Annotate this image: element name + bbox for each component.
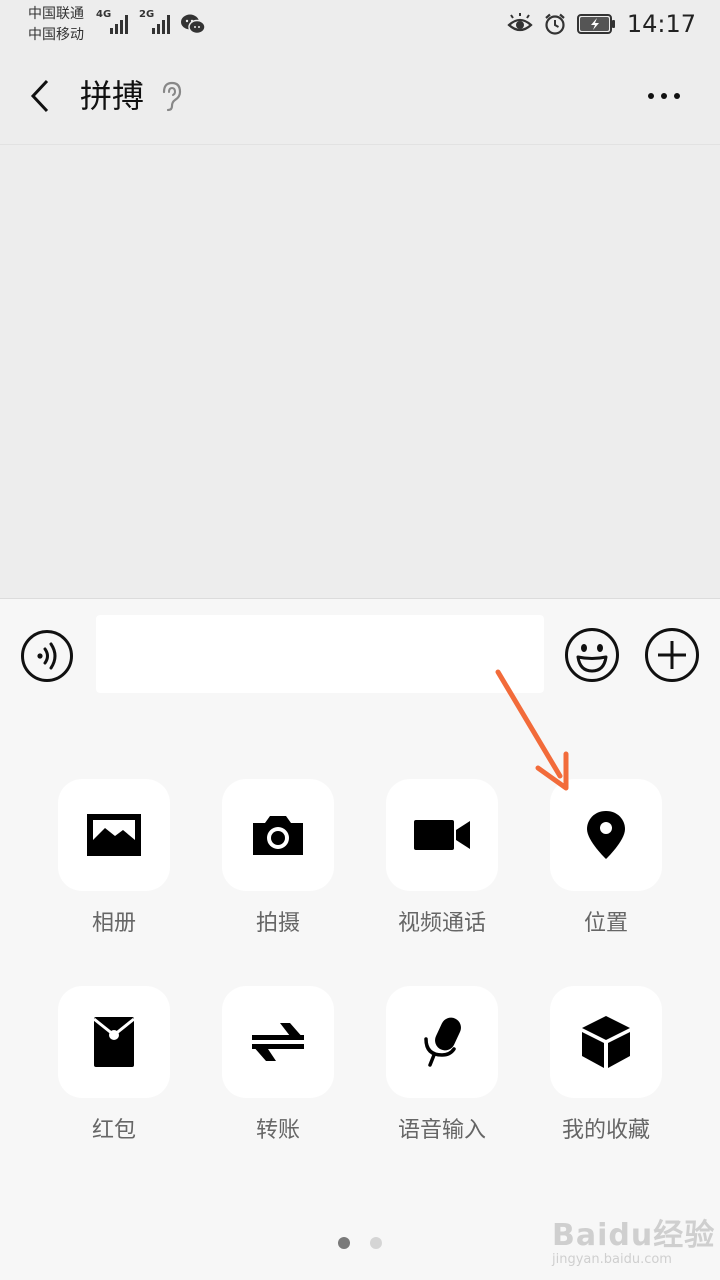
page-dot-active[interactable] bbox=[338, 1237, 350, 1249]
page-indicator bbox=[338, 1237, 382, 1249]
panel-item-label: 红包 bbox=[91, 1118, 136, 1143]
clock-time: 14:17 bbox=[626, 10, 696, 38]
panel-item-label: 拍摄 bbox=[255, 911, 300, 936]
location-pin-icon bbox=[587, 811, 625, 859]
network-type-1: 4G bbox=[96, 9, 112, 20]
transfer-icon bbox=[252, 1023, 304, 1061]
battery-charging-icon bbox=[576, 14, 615, 34]
favorites-cube-icon bbox=[582, 1016, 630, 1068]
chat-title: 拼搏 bbox=[80, 77, 145, 115]
video-call-tile[interactable] bbox=[386, 779, 498, 891]
more-dot-icon bbox=[648, 93, 654, 99]
more-functions-button[interactable] bbox=[644, 627, 700, 683]
panel-item-red-packet[interactable]: 红包 bbox=[58, 986, 170, 1144]
microphone-icon bbox=[424, 1017, 461, 1067]
more-dot-icon bbox=[674, 93, 680, 99]
voice-input-tile[interactable] bbox=[386, 986, 498, 1098]
panel-item-album[interactable]: 相册 bbox=[58, 779, 170, 937]
panel-item-label: 转账 bbox=[255, 1118, 300, 1143]
photo-album-icon bbox=[87, 814, 141, 856]
wechat-icon bbox=[181, 14, 206, 35]
panel-item-favorites[interactable]: 我的收藏 bbox=[550, 986, 662, 1144]
voice-message-button[interactable] bbox=[20, 629, 74, 683]
panel-item-label: 视频通话 bbox=[397, 911, 486, 936]
more-options-button[interactable] bbox=[644, 78, 684, 114]
input-toolbar bbox=[0, 598, 720, 712]
location-tile[interactable] bbox=[550, 779, 662, 891]
panel-item-label: 语音输入 bbox=[397, 1118, 486, 1143]
baidu-watermark: Baidu经验 jingyan.baidu.com bbox=[552, 1210, 715, 1267]
panel-item-camera[interactable]: 拍摄 bbox=[222, 779, 334, 937]
earpiece-mode-icon bbox=[162, 81, 182, 112]
more-dot-icon bbox=[661, 93, 667, 99]
red-packet-tile[interactable] bbox=[58, 986, 170, 1098]
panel-item-label: 位置 bbox=[583, 911, 628, 936]
panel-item-voice-input[interactable]: 语音输入 bbox=[386, 986, 498, 1144]
function-panel: 相册 拍摄 视频通话 位置 红包 转账 语音输入 我的收藏 bbox=[0, 711, 720, 1280]
annotation-arrow-icon bbox=[495, 669, 569, 791]
chevron-left-icon bbox=[30, 79, 49, 113]
album-tile[interactable] bbox=[58, 779, 170, 891]
status-bar: 中国联通 中国移动 4G 2G 14:17 bbox=[0, 0, 720, 48]
back-button[interactable] bbox=[20, 74, 60, 118]
panel-item-video-call[interactable]: 视频通话 bbox=[386, 779, 498, 937]
camera-tile[interactable] bbox=[222, 779, 334, 891]
eye-comfort-icon bbox=[507, 13, 533, 32]
message-input[interactable] bbox=[96, 615, 544, 693]
camera-icon bbox=[253, 816, 303, 855]
transfer-tile[interactable] bbox=[222, 986, 334, 1098]
panel-item-label: 我的收藏 bbox=[561, 1118, 650, 1143]
favorites-tile[interactable] bbox=[550, 986, 662, 1098]
panel-item-location[interactable]: 位置 bbox=[550, 779, 662, 937]
red-packet-icon bbox=[93, 1017, 135, 1067]
panel-item-label: 相册 bbox=[91, 911, 136, 936]
message-list[interactable] bbox=[0, 145, 720, 598]
carrier-name-2: 中国移动 bbox=[28, 27, 84, 43]
watermark-url: jingyan.baidu.com bbox=[552, 1252, 672, 1267]
signal-strength-icon bbox=[110, 15, 128, 34]
alarm-clock-icon bbox=[545, 13, 565, 35]
panel-item-transfer[interactable]: 转账 bbox=[222, 986, 334, 1144]
watermark-brand: Baidu经验 bbox=[552, 1218, 716, 1253]
signal-strength-2-icon bbox=[152, 15, 170, 34]
chat-header: 拼搏 bbox=[0, 48, 720, 145]
page-dot[interactable] bbox=[370, 1237, 382, 1249]
video-call-icon bbox=[414, 820, 470, 850]
carrier-name-1: 中国联通 bbox=[28, 6, 84, 22]
